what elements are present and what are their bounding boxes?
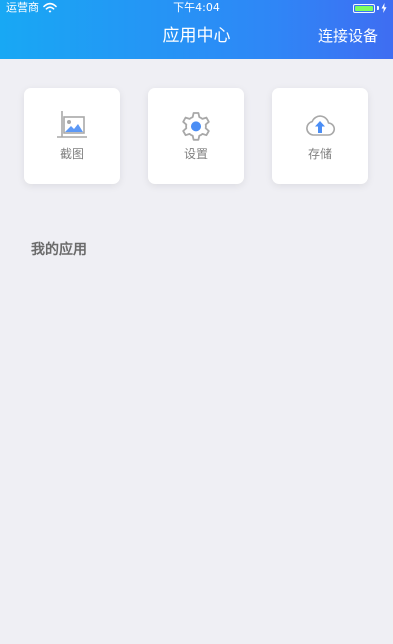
battery-indicator (353, 3, 387, 13)
battery-icon (353, 3, 375, 13)
app-tile-screenshot[interactable]: 截图 (24, 88, 120, 184)
connect-device-button[interactable]: 连接设备 (318, 24, 378, 48)
app-tile-label: 截图 (59, 147, 84, 161)
battery-tip (377, 6, 379, 10)
app-tile-settings[interactable]: 设置 (148, 88, 244, 184)
my-apps-heading: 我的应用 (31, 241, 87, 258)
app-tiles: 截图 设置 存储 (24, 88, 369, 184)
app-tile-label: 设置 (183, 147, 208, 161)
status-time: 下午4:04 (173, 1, 220, 14)
charging-bolt-icon (381, 3, 387, 13)
app-header: 运营商 下午4:04 应用中心 连接设备 (0, 0, 393, 59)
cloud-upload-icon (306, 115, 336, 136)
nav-bar: 应用中心 连接设备 (0, 16, 393, 56)
gear-icon (182, 112, 210, 141)
app-tile-storage[interactable]: 存储 (272, 88, 368, 184)
status-bar: 运营商 下午4:04 (0, 0, 393, 16)
app-tile-label: 存储 (307, 147, 332, 161)
battery-fill (355, 5, 373, 11)
screenshot-icon (57, 111, 87, 138)
